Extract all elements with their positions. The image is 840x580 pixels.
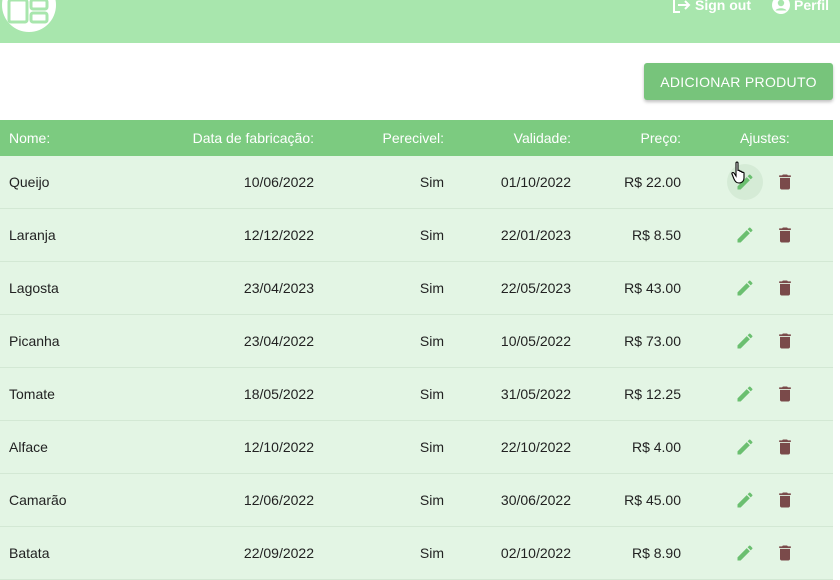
edit-button[interactable] <box>733 276 757 300</box>
cell-fabricacao: 23/04/2022 <box>243 333 314 349</box>
cell-nome: Queijo <box>9 174 50 190</box>
header-fabricacao: Data de fabricação: <box>192 130 314 146</box>
trash-icon <box>779 545 791 561</box>
cell-nome: Picanha <box>9 333 60 349</box>
delete-button[interactable] <box>773 541 797 565</box>
trash-icon <box>779 280 791 296</box>
table-row: Queijo 10/06/2022 Sim 01/10/2022 R$ 22.00 <box>0 156 833 209</box>
account-circle-icon <box>772 0 790 14</box>
pencil-icon <box>737 492 753 508</box>
pencil-icon <box>737 386 753 402</box>
products-table: Nome: Data de fabricação: Perecivel: Val… <box>0 120 833 580</box>
trash-icon <box>779 492 791 508</box>
pencil-icon <box>737 333 753 349</box>
delete-button[interactable] <box>773 435 797 459</box>
edit-button[interactable] <box>733 488 757 512</box>
delete-button[interactable] <box>773 276 797 300</box>
table-header: Nome: Data de fabricação: Perecivel: Val… <box>0 120 833 156</box>
cell-nome: Camarão <box>9 492 67 508</box>
trash-icon <box>779 333 791 349</box>
sign-out-icon <box>673 0 691 13</box>
cell-perecivel: Sim <box>419 333 444 349</box>
cell-preco: R$ 8.90 <box>631 545 681 561</box>
pencil-icon <box>737 439 753 455</box>
app-logo[interactable] <box>2 0 56 32</box>
trash-icon <box>779 227 791 243</box>
cell-preco: R$ 45.00 <box>624 492 681 508</box>
table-row: Camarão 12/06/2022 Sim 30/06/2022 R$ 45.00 <box>0 474 833 527</box>
edit-button[interactable] <box>733 329 757 353</box>
edit-button[interactable] <box>733 435 757 459</box>
header-perecivel: Perecivel: <box>382 130 444 146</box>
cell-perecivel: Sim <box>419 439 444 455</box>
cell-validade: 31/05/2022 <box>500 386 571 402</box>
pencil-icon <box>737 545 753 561</box>
cell-validade: 22/10/2022 <box>500 439 571 455</box>
pencil-icon <box>737 174 753 190</box>
cell-validade: 30/06/2022 <box>500 492 571 508</box>
cell-fabricacao: 18/05/2022 <box>243 386 314 402</box>
cell-preco: R$ 4.00 <box>631 439 681 455</box>
table-row: Lagosta 23/04/2023 Sim 22/05/2023 R$ 43.00 <box>0 262 833 315</box>
cell-perecivel: Sim <box>419 492 444 508</box>
header-validade: Validade: <box>513 130 571 146</box>
top-navigation-bar: Sign out Perfil <box>0 0 840 43</box>
cell-nome: Alface <box>9 439 48 455</box>
cell-validade: 22/01/2023 <box>500 227 571 243</box>
cell-preco: R$ 73.00 <box>624 333 681 349</box>
header-preco: Preço: <box>640 130 681 146</box>
trash-icon <box>779 174 791 190</box>
sign-out-label: Sign out <box>695 0 751 13</box>
delete-button[interactable] <box>773 382 797 406</box>
cell-validade: 02/10/2022 <box>500 545 571 561</box>
trash-icon <box>779 386 791 402</box>
dashboard-icon <box>7 0 49 24</box>
edit-button[interactable] <box>733 223 757 247</box>
cell-fabricacao: 12/10/2022 <box>243 439 314 455</box>
cell-perecivel: Sim <box>419 227 444 243</box>
edit-button[interactable] <box>727 164 763 200</box>
delete-button[interactable] <box>773 329 797 353</box>
cell-fabricacao: 12/12/2022 <box>243 227 314 243</box>
pencil-icon <box>737 227 753 243</box>
table-row: Picanha 23/04/2022 Sim 10/05/2022 R$ 73.00 <box>0 315 833 368</box>
cell-preco: R$ 22.00 <box>624 174 681 190</box>
edit-button[interactable] <box>733 382 757 406</box>
table-row: Laranja 12/12/2022 Sim 22/01/2023 R$ 8.50 <box>0 209 833 262</box>
cell-fabricacao: 22/09/2022 <box>243 545 314 561</box>
edit-button[interactable] <box>733 541 757 565</box>
cell-perecivel: Sim <box>419 545 444 561</box>
cell-nome: Batata <box>9 545 50 561</box>
cell-nome: Tomate <box>9 386 55 402</box>
cell-fabricacao: 10/06/2022 <box>243 174 314 190</box>
delete-button[interactable] <box>773 170 797 194</box>
cell-validade: 22/05/2023 <box>500 280 571 296</box>
cell-preco: R$ 12.25 <box>624 386 681 402</box>
table-row: Alface 12/10/2022 Sim 22/10/2022 R$ 4.00 <box>0 421 833 474</box>
sign-out-link[interactable]: Sign out <box>672 0 751 13</box>
profile-link[interactable]: Perfil <box>771 0 830 14</box>
header-nome: Nome: <box>9 130 51 146</box>
cell-preco: R$ 8.50 <box>631 227 681 243</box>
cell-nome: Lagosta <box>9 280 59 296</box>
table-row: Batata 22/09/2022 Sim 02/10/2022 R$ 8.90 <box>0 527 833 580</box>
cell-fabricacao: 12/06/2022 <box>243 492 314 508</box>
trash-icon <box>779 439 791 455</box>
cell-validade: 01/10/2022 <box>500 174 571 190</box>
cell-preco: R$ 43.00 <box>624 280 681 296</box>
header-ajustes: Ajustes: <box>740 130 790 146</box>
cell-perecivel: Sim <box>419 386 444 402</box>
profile-label: Perfil <box>794 0 830 13</box>
table-row: Tomate 18/05/2022 Sim 31/05/2022 R$ 12.25 <box>0 368 833 421</box>
cell-perecivel: Sim <box>419 280 444 296</box>
delete-button[interactable] <box>773 223 797 247</box>
cell-validade: 10/05/2022 <box>500 333 571 349</box>
add-product-button[interactable]: ADICIONAR PRODUTO <box>644 63 833 100</box>
delete-button[interactable] <box>773 488 797 512</box>
cell-perecivel: Sim <box>419 174 444 190</box>
cell-nome: Laranja <box>9 227 56 243</box>
cell-fabricacao: 23/04/2023 <box>243 280 314 296</box>
pencil-icon <box>737 280 753 296</box>
table-body: Queijo 10/06/2022 Sim 01/10/2022 R$ 22.00 Lar… <box>0 156 833 580</box>
